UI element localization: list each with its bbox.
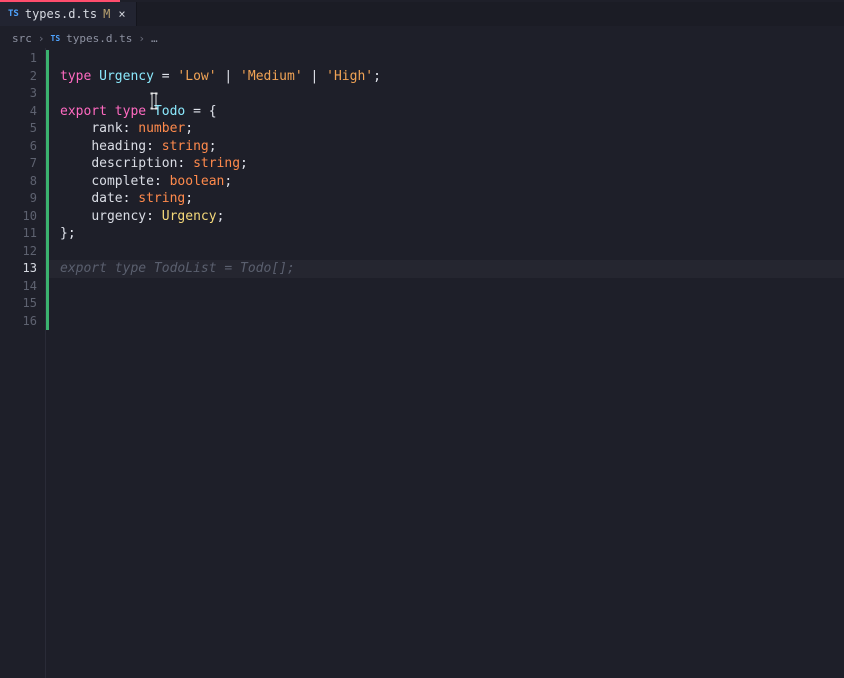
primitive-type: string (193, 156, 240, 171)
primitive-type: string (138, 191, 185, 206)
scm-modified-stripe (46, 50, 49, 330)
punct: : (123, 121, 139, 136)
keyword: type (115, 104, 146, 119)
punct: : (146, 139, 162, 154)
code-line[interactable]: urgency: Urgency; (48, 208, 844, 226)
code-line[interactable]: }; (48, 225, 844, 243)
line-number: 2 (0, 68, 45, 86)
code-line[interactable]: rank: number; (48, 120, 844, 138)
punct: ; (185, 121, 193, 136)
chevron-right-icon: › (138, 32, 145, 45)
code-line[interactable] (48, 313, 844, 331)
punct: : (123, 191, 139, 206)
punct: = (185, 104, 208, 119)
tab-types[interactable]: TS types.d.ts M × (0, 2, 137, 26)
line-number: 15 (0, 295, 45, 313)
punct: ; (185, 191, 193, 206)
line-number: 14 (0, 278, 45, 296)
code-line-current[interactable]: export type TodoList = Todo[]; (48, 260, 844, 278)
type-name: Urgency (99, 69, 154, 84)
property: description (91, 156, 177, 171)
modified-indicator: M (103, 7, 110, 21)
breadcrumb[interactable]: src › TS types.d.ts › … (0, 28, 844, 48)
line-number: 3 (0, 85, 45, 103)
line-number: 4 (0, 103, 45, 121)
line-number: 10 (0, 208, 45, 226)
line-number: 16 (0, 313, 45, 331)
code-area[interactable]: type Urgency = 'Low' | 'Medium' | 'High'… (46, 48, 844, 678)
breadcrumb-segment[interactable]: src (12, 32, 32, 45)
keyword: type (60, 69, 91, 84)
close-icon[interactable]: × (116, 7, 127, 21)
type-name: Todo (154, 104, 185, 119)
property: date (91, 191, 122, 206)
tab-bar: TS types.d.ts M × (0, 2, 844, 26)
line-number: 5 (0, 120, 45, 138)
code-line[interactable]: date: string; (48, 190, 844, 208)
punct: ; (224, 174, 232, 189)
typescript-icon: TS (51, 34, 61, 43)
line-number: 7 (0, 155, 45, 173)
punct: ; (209, 139, 217, 154)
breadcrumb-more[interactable]: … (151, 32, 159, 45)
line-number: 6 (0, 138, 45, 156)
punct: | (303, 69, 326, 84)
punct: = (154, 69, 177, 84)
editor[interactable]: 12345678910111213141516 type Urgency = '… (0, 48, 844, 678)
punct: : (154, 174, 170, 189)
line-number: 9 (0, 190, 45, 208)
property: complete (91, 174, 154, 189)
tab-filename: types.d.ts (25, 7, 97, 21)
line-number: 1 (0, 50, 45, 68)
typescript-icon: TS (8, 9, 19, 19)
line-number: 13 (0, 260, 45, 278)
punct: | (217, 69, 240, 84)
code-line[interactable] (48, 85, 844, 103)
primitive-type: boolean (170, 174, 225, 189)
ghost-suggestion: export type TodoList = Todo[]; (60, 261, 295, 276)
string: 'Low' (177, 69, 216, 84)
punct: : (177, 156, 193, 171)
property: heading (91, 139, 146, 154)
type-ref: Urgency (162, 209, 217, 224)
code-line[interactable]: complete: boolean; (48, 173, 844, 191)
line-number: 8 (0, 173, 45, 191)
code-line[interactable] (48, 50, 844, 68)
line-number: 11 (0, 225, 45, 243)
keyword: export (60, 104, 107, 119)
breadcrumb-segment[interactable]: types.d.ts (66, 32, 132, 45)
string: 'Medium' (240, 69, 303, 84)
primitive-type: number (138, 121, 185, 136)
property: urgency (91, 209, 146, 224)
property: rank (91, 121, 122, 136)
punct: ; (373, 69, 381, 84)
code-line[interactable]: type Urgency = 'Low' | 'Medium' | 'High'… (48, 68, 844, 86)
chevron-right-icon: › (38, 32, 45, 45)
code-line[interactable]: description: string; (48, 155, 844, 173)
string: 'High' (326, 69, 373, 84)
punct: ; (217, 209, 225, 224)
code-line[interactable]: export type Todo = { (48, 103, 844, 121)
punct: ; (240, 156, 248, 171)
line-number: 12 (0, 243, 45, 261)
code-line[interactable] (48, 278, 844, 296)
line-number-gutter: 12345678910111213141516 (0, 48, 46, 678)
primitive-type: string (162, 139, 209, 154)
code-line[interactable] (48, 243, 844, 261)
punct: }; (60, 226, 76, 241)
code-line[interactable] (48, 295, 844, 313)
code-line[interactable]: heading: string; (48, 138, 844, 156)
punct: { (209, 104, 217, 119)
punct: : (146, 209, 162, 224)
